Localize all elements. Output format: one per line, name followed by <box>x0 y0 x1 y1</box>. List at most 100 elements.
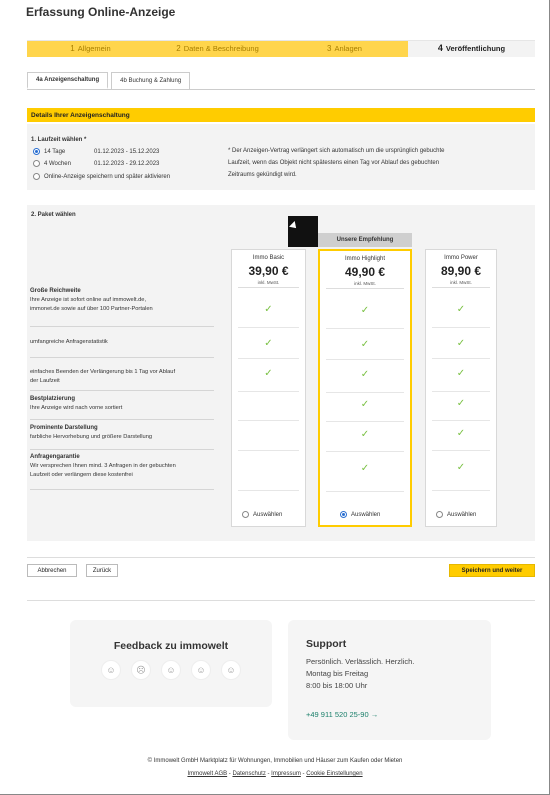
option-name: 4 Wochen <box>44 160 71 167</box>
step-navigation: 1 Allgemein 2 Daten & Beschreibung 3 Anlage… <box>27 40 535 57</box>
feature-text: Wir versprechen Ihnen mind. 3 Anfragen i… <box>30 463 176 469</box>
footer-link-impressum[interactable]: Impressum <box>271 771 301 777</box>
feature-divider <box>30 390 214 391</box>
runtime-label: 1. Laufzeit wählen * <box>31 137 87 143</box>
feature-statistik: umfangreiche Anfragenstatistik <box>30 338 214 347</box>
tab-anzeigenschaltung[interactable]: 4a Anzeigenschaltung <box>27 72 109 89</box>
feature-text: Ihre Anzeige ist sofort online auf immow… <box>30 297 147 303</box>
step-allgemein[interactable]: 1 Allgemein <box>27 41 154 57</box>
smiley-very-good-icon[interactable]: ☺ <box>221 660 241 680</box>
step-anlagen[interactable]: 3 Anlagen <box>281 41 408 57</box>
check-icon: ✓ <box>456 304 466 315</box>
plan-immo-basic: Immo Basic 39,90 € inkl. MwSt. ✓ ✓ ✓ Aus… <box>231 249 306 527</box>
option-name: Online-Anzeige speichern und später akti… <box>44 173 171 180</box>
footer-link-agb[interactable]: Immowelt AGB <box>187 771 227 777</box>
feature-text: farbliche Hervorhebung und größere Darst… <box>30 434 153 440</box>
smiley-neutral-icon[interactable]: ☺ <box>161 660 181 680</box>
feature-divider <box>30 419 214 420</box>
option-dates: 01.12.2023 - 29.12.2023 <box>94 160 160 167</box>
check-icon: ✓ <box>264 368 273 379</box>
check-icon: ✓ <box>456 428 466 439</box>
runtime-option-spaeter[interactable]: Online-Anzeige speichern und später akti… <box>33 173 170 180</box>
radio-button[interactable] <box>33 160 40 167</box>
check-icon: ✓ <box>360 305 370 316</box>
check-icon: ✓ <box>456 398 466 409</box>
step-veroeffentlichung[interactable]: 4 Veröffentlichung <box>408 41 535 57</box>
plan-name: Immo Basic <box>252 255 285 261</box>
back-button[interactable]: Zurück <box>86 564 118 577</box>
select-immo-highlight[interactable]: Auswählen <box>340 511 380 518</box>
feature-text: der Laufzeit <box>30 378 60 384</box>
step-label: Veröffentlichung <box>445 43 506 53</box>
feature-text: immonet.de sowie auf über 100 Partner-Po… <box>30 306 153 312</box>
note-line: Laufzeit, wenn das Objekt nicht späteste… <box>228 160 440 166</box>
option-dates: 01.12.2023 - 15.12.2023 <box>94 148 160 155</box>
details-header: Details Ihrer Anzeigenschaltung <box>27 108 535 122</box>
page-title: Erfassung Online-Anzeige <box>26 5 176 19</box>
feature-anfragengarantie: Anfragengarantie Wir versprechen Ihnen m… <box>30 453 214 480</box>
runtime-option-4-wochen[interactable]: 4 Wochen 01.12.2023 - 29.12.2023 <box>33 160 159 167</box>
step-number: 2 <box>176 43 181 53</box>
footer-link-datenschutz[interactable]: Datenschutz <box>232 771 265 777</box>
step-label: Allgemein <box>77 43 111 53</box>
tab-divider <box>27 89 535 90</box>
radio-button[interactable] <box>340 511 347 518</box>
select-label: Auswählen <box>253 511 283 518</box>
support-phone-link[interactable]: +49 911 520 25-90 → <box>306 710 378 719</box>
radio-button[interactable] <box>33 148 40 155</box>
select-label: Auswählen <box>447 511 477 518</box>
cursor-icon <box>288 216 318 247</box>
check-icon: ✓ <box>360 339 370 350</box>
radio-button[interactable] <box>33 173 40 180</box>
tab-bar: 4a Anzeigenschaltung 4b Buchung & Zahlun… <box>27 72 193 89</box>
feature-text: Laufzeit oder verlängern diese kostenfre… <box>30 472 133 478</box>
step-daten[interactable]: 2 Daten & Beschreibung <box>154 41 281 57</box>
tab-buchung-zahlung[interactable]: 4b Buchung & Zahlung <box>111 72 191 89</box>
select-label: Auswählen <box>351 511 381 518</box>
save-continue-button[interactable]: Speichern und weiter <box>449 564 535 577</box>
radio-button[interactable] <box>436 511 443 518</box>
smiley-very-bad-icon[interactable]: ☺ <box>101 660 121 680</box>
support-card: Support Persönlich. Verlässlich. Herzlic… <box>288 620 491 740</box>
feature-text: einfaches Beenden der Verlängerung bis 1… <box>30 369 176 375</box>
footer-link-cookies[interactable]: Cookie Einstellungen <box>306 771 362 777</box>
select-immo-power[interactable]: Auswählen <box>436 511 476 518</box>
feature-text: umfangreiche Anfragenstatistik <box>30 339 108 345</box>
check-icon: ✓ <box>264 304 273 315</box>
feature-divider <box>30 489 214 490</box>
feature-divider <box>30 326 214 327</box>
plan-immo-highlight: Immo Highlight 49,90 € inkl. MwSt. ✓ ✓ ✓… <box>318 249 412 527</box>
support-title: Support <box>306 638 347 650</box>
select-immo-basic[interactable]: Auswählen <box>242 511 282 518</box>
feature-bestplatzierung: Bestplatzierung Ihre Anzeige wird nach v… <box>30 395 214 413</box>
feature-beenden: einfaches Beenden der Verlängerung bis 1… <box>30 368 214 386</box>
check-icon: ✓ <box>456 338 466 349</box>
smiley-bad-icon[interactable]: ☹ <box>131 660 151 680</box>
footer-links: Immowelt AGB - Datenschutz - Impressum -… <box>0 771 550 777</box>
recommendation-badge: Unsere Empfehlung <box>318 233 412 247</box>
runtime-note: * Der Anzeigen-Vertrag verlängert sich a… <box>228 145 508 181</box>
feature-divider <box>30 449 214 450</box>
step-number: 4 <box>437 43 443 53</box>
feature-text: Ihre Anzeige wird nach vorne sortiert <box>30 405 123 411</box>
radio-button[interactable] <box>242 511 249 518</box>
check-icon: ✓ <box>360 429 370 440</box>
support-line: Persönlich. Verlässlich. Herzlich. <box>306 657 415 666</box>
step-label: Anlagen <box>334 43 362 53</box>
feature-title: Bestplatzierung <box>30 396 76 402</box>
smiley-good-icon[interactable]: ☺ <box>191 660 211 680</box>
step-number: 3 <box>327 43 332 53</box>
support-line: 8:00 bis 18:00 Uhr <box>306 681 368 690</box>
feature-title: Große Reichweite <box>30 288 81 294</box>
feature-title: Anfragengarantie <box>30 454 80 460</box>
option-name: 14 Tage <box>44 148 66 155</box>
divider <box>27 557 535 558</box>
check-icon: ✓ <box>360 463 370 474</box>
runtime-option-14-tage[interactable]: 14 Tage 01.12.2023 - 15.12.2023 <box>33 148 159 155</box>
plan-vat: inkl. MwSt. <box>257 280 280 285</box>
plan-price: 49,90 € <box>344 265 386 279</box>
feedback-smileys: ☺ ☹ ☺ ☺ ☺ <box>70 660 272 680</box>
cancel-button[interactable]: Abbrechen <box>27 564 77 577</box>
package-label: 2. Paket wählen <box>31 212 76 218</box>
feature-reichweite: Große Reichweite Ihre Anzeige ist sofort… <box>30 287 214 314</box>
